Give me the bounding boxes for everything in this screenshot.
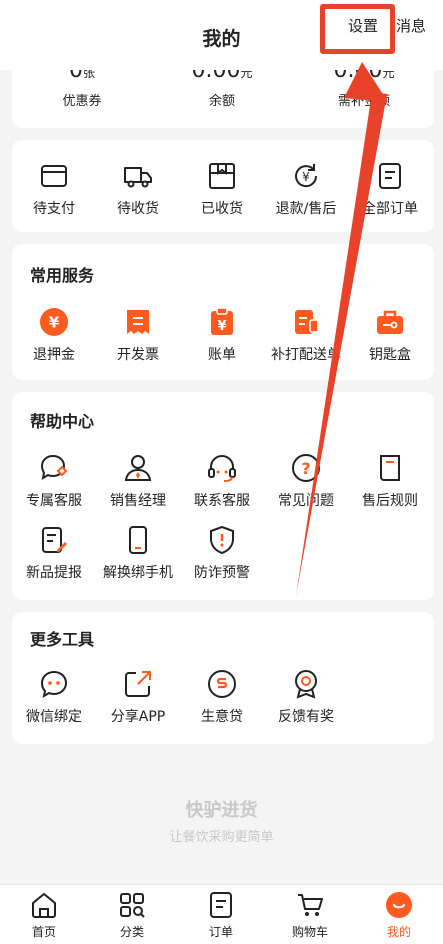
category-icon (120, 893, 145, 918)
tools-title: 更多工具 (30, 630, 95, 649)
order-tab-icon (210, 892, 232, 918)
shield-icon (210, 525, 234, 555)
svg-text:¥: ¥ (302, 170, 310, 184)
footer-brand: 快驴进货 (185, 800, 258, 821)
help-bind-phone[interactable]: 解换绑手机 (96, 524, 180, 582)
wechat-icon (40, 670, 68, 699)
edit-doc-icon (42, 527, 67, 553)
svg-text:?: ? (301, 459, 310, 478)
order-list-icon (379, 163, 401, 189)
tool-business-loan[interactable]: 生意贷 (180, 668, 264, 726)
chat-icon (40, 454, 68, 481)
keybox-icon (377, 310, 403, 334)
tools-card: 更多工具 微信绑定 分享APP 生意贷 反馈有奖 (12, 612, 434, 744)
truck-icon (124, 167, 152, 188)
svg-text:¥: ¥ (49, 314, 60, 332)
service-invoice[interactable]: 开发票 (96, 306, 180, 364)
phone-icon (129, 526, 147, 554)
tab-cart[interactable]: 购物车 (266, 891, 354, 940)
order-received[interactable]: 已收货 (180, 160, 264, 218)
rules-icon (380, 455, 400, 481)
orders-card: 待支付 待收货 已收货 ¥ 退款/售后 全部订单 (12, 140, 434, 232)
help-fraud-alert[interactable]: 防诈预警 (180, 524, 264, 582)
help-card: 帮助中心 专属客服 销售经理 联系客服 ? 常见问题 售后规则 新品提报 解换绑… (12, 392, 434, 600)
invoice-icon (127, 310, 149, 334)
service-deposit-refund[interactable]: ¥ 退押金 (12, 306, 96, 364)
order-pending-receipt[interactable]: 待收货 (96, 160, 180, 218)
person-icon (124, 455, 152, 481)
settings-highlight-box (320, 4, 395, 54)
deposit-icon: ¥ (40, 308, 68, 336)
help-new-product[interactable]: 新品提报 (12, 524, 96, 582)
reprint-icon (295, 310, 319, 334)
service-bill[interactable]: ¥ 账单 (180, 306, 264, 364)
footer-slogan: 让餐饮采购更简单 (169, 830, 274, 845)
help-after-sales-rules[interactable]: 售后规则 (348, 452, 432, 510)
tab-orders[interactable]: 订单 (177, 891, 265, 940)
help-title: 帮助中心 (30, 412, 95, 431)
help-sales-manager[interactable]: 销售经理 (96, 452, 180, 510)
service-keybox[interactable]: 钥匙盒 (348, 306, 432, 364)
tool-share-app[interactable]: 分享APP (96, 668, 180, 726)
wallet-icon (41, 165, 67, 187)
tool-wechat-bind[interactable]: 微信绑定 (12, 668, 96, 726)
refund-icon: ¥ (295, 164, 318, 188)
svg-text:¥: ¥ (217, 319, 226, 334)
loan-icon (208, 670, 236, 698)
messages-button[interactable]: 消息 (396, 15, 426, 36)
balance-label: 余额 (208, 94, 235, 109)
profile-icon (386, 892, 412, 918)
share-icon (125, 671, 151, 697)
help-dedicated-service[interactable]: 专属客服 (12, 452, 96, 510)
tool-feedback-reward[interactable]: 反馈有奖 (264, 668, 348, 726)
tab-home[interactable]: 首页 (0, 891, 88, 940)
box-icon (209, 163, 235, 189)
tab-profile[interactable]: 我的 (355, 891, 443, 940)
service-reprint-delivery[interactable]: 补打配送单 (264, 306, 348, 364)
bottom-tab-bar: 首页 分类 订单 购物车 我的 (0, 884, 443, 944)
order-refund[interactable]: ¥ 退款/售后 (264, 160, 348, 218)
award-icon (295, 670, 317, 699)
help-faq[interactable]: ? 常见问题 (264, 452, 348, 510)
services-title: 常用服务 (30, 266, 95, 285)
help-contact-service[interactable]: 联系客服 (180, 452, 264, 510)
coupon-label: 优惠券 (62, 94, 102, 109)
home-icon (32, 893, 56, 918)
order-all[interactable]: 全部订单 (348, 160, 432, 218)
headset-icon (208, 455, 236, 482)
tab-category[interactable]: 分类 (88, 891, 176, 940)
order-pending-payment[interactable]: 待支付 (12, 160, 96, 218)
bill-icon: ¥ (211, 307, 233, 335)
question-icon: ? (292, 454, 320, 482)
services-card: 常用服务 ¥ 退押金 开发票 ¥ 账单 补打配送单 钥匙盒 (12, 244, 434, 380)
cart-icon (298, 894, 323, 916)
supplement-label: 需补金额 (337, 94, 390, 109)
